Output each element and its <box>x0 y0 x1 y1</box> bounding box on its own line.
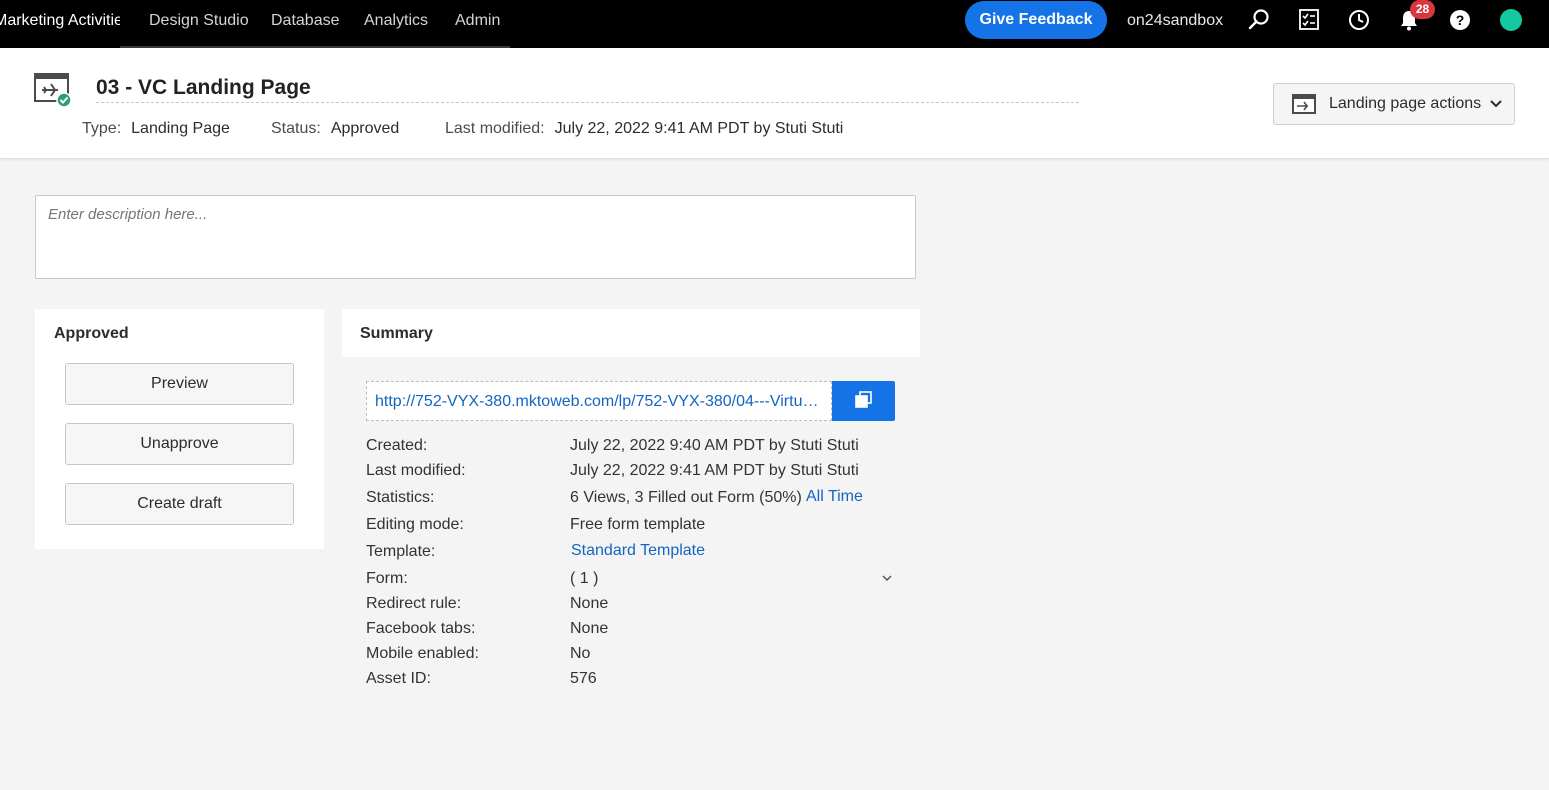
tasks-icon[interactable] <box>1297 8 1321 32</box>
approval-panel: Approved Preview Unapprove Create draft <box>35 309 324 549</box>
editing-mode-label: Editing mode: <box>366 516 464 533</box>
create-draft-button[interactable]: Create draft <box>65 483 294 525</box>
description-input[interactable] <box>35 195 916 279</box>
search-icon[interactable] <box>1247 8 1271 32</box>
status-label: Status: <box>271 120 321 137</box>
modified-label: Last modified: <box>445 120 545 137</box>
give-feedback-button[interactable]: Give Feedback <box>965 1 1107 39</box>
chevron-down-icon <box>1490 100 1502 108</box>
asset-id-value: 576 <box>570 670 597 687</box>
summary-header: Summary <box>342 309 920 357</box>
preview-button[interactable]: Preview <box>65 363 294 405</box>
template-link[interactable]: Standard Template <box>571 542 705 560</box>
landing-page-icon <box>1292 94 1316 114</box>
form-count: ( 1 ) <box>570 570 599 587</box>
page-title[interactable]: 03 - VC Landing Page <box>96 76 311 100</box>
landing-page-url[interactable]: http://752-VYX-380.mktoweb.com/lp/752-VY… <box>366 381 832 421</box>
template-label: Template: <box>366 543 436 560</box>
tab-analytics[interactable]: Analytics <box>364 0 428 48</box>
asset-id-label: Asset ID: <box>366 670 431 687</box>
history-icon[interactable] <box>1347 8 1371 32</box>
type-label: Type: <box>82 120 122 137</box>
subscription-name[interactable]: on24sandbox <box>1127 0 1223 42</box>
avatar[interactable] <box>1500 9 1522 31</box>
asset-last-modified: Last modified: July 22, 2022 9:41 AM PDT … <box>445 120 843 138</box>
statistics-value: 6 Views, 3 Filled out Form (50%) <box>570 489 802 506</box>
asset-status: Status: Approved <box>271 120 399 138</box>
tab-database[interactable]: Database <box>271 0 340 48</box>
unapprove-button[interactable]: Unapprove <box>65 423 294 465</box>
summary-heading: Summary <box>360 325 433 342</box>
created-value: July 22, 2022 9:40 AM PDT by Stuti Stuti <box>570 437 859 454</box>
editing-mode-value: Free form template <box>570 516 706 533</box>
landing-page-actions-button[interactable]: Landing page actions <box>1273 83 1515 125</box>
last-modified-value: July 22, 2022 9:41 AM PDT by Stuti Stuti <box>570 462 859 479</box>
tab-admin[interactable]: Admin <box>455 0 500 48</box>
status-value: Approved <box>330 120 400 137</box>
redirect-rule-value: None <box>570 595 609 612</box>
mobile-enabled-value: No <box>570 645 591 662</box>
last-modified-label: Last modified: <box>366 462 466 479</box>
title-underline <box>96 102 1079 103</box>
tab-marketing-activities[interactable]: Marketing Activities <box>0 0 120 48</box>
redirect-rule-label: Redirect rule: <box>366 595 462 612</box>
approval-status-heading: Approved <box>54 325 129 342</box>
type-value: Landing Page <box>131 120 230 137</box>
facebook-tabs-value: None <box>570 620 609 637</box>
statistics-label: Statistics: <box>366 489 435 506</box>
notification-count-badge: 28 <box>1410 0 1435 19</box>
asset-type: Type: Landing Page <box>82 120 230 138</box>
modified-value: July 22, 2022 9:41 AM PDT by Stuti Stuti <box>554 120 844 137</box>
facebook-tabs-label: Facebook tabs: <box>366 620 476 637</box>
help-icon[interactable]: ? <box>1448 8 1472 32</box>
all-time-link[interactable]: All Time <box>806 488 863 506</box>
form-label: Form: <box>366 570 408 587</box>
actions-label: Landing page actions <box>1329 95 1482 112</box>
copy-icon <box>854 390 872 408</box>
created-label: Created: <box>366 437 428 454</box>
landing-page-approved-icon <box>34 73 72 108</box>
copy-url-button[interactable] <box>832 381 895 421</box>
mobile-enabled-label: Mobile enabled: <box>366 645 479 662</box>
asset-header: 03 - VC Landing Page Type: Landing Page S… <box>0 48 1549 159</box>
svg-text:?: ? <box>1456 12 1465 28</box>
tab-design-studio[interactable]: Design Studio <box>149 0 249 48</box>
form-expand-chevron-icon[interactable] <box>882 575 892 582</box>
top-navigation: Marketing Activities Design Studio Datab… <box>0 0 1549 48</box>
